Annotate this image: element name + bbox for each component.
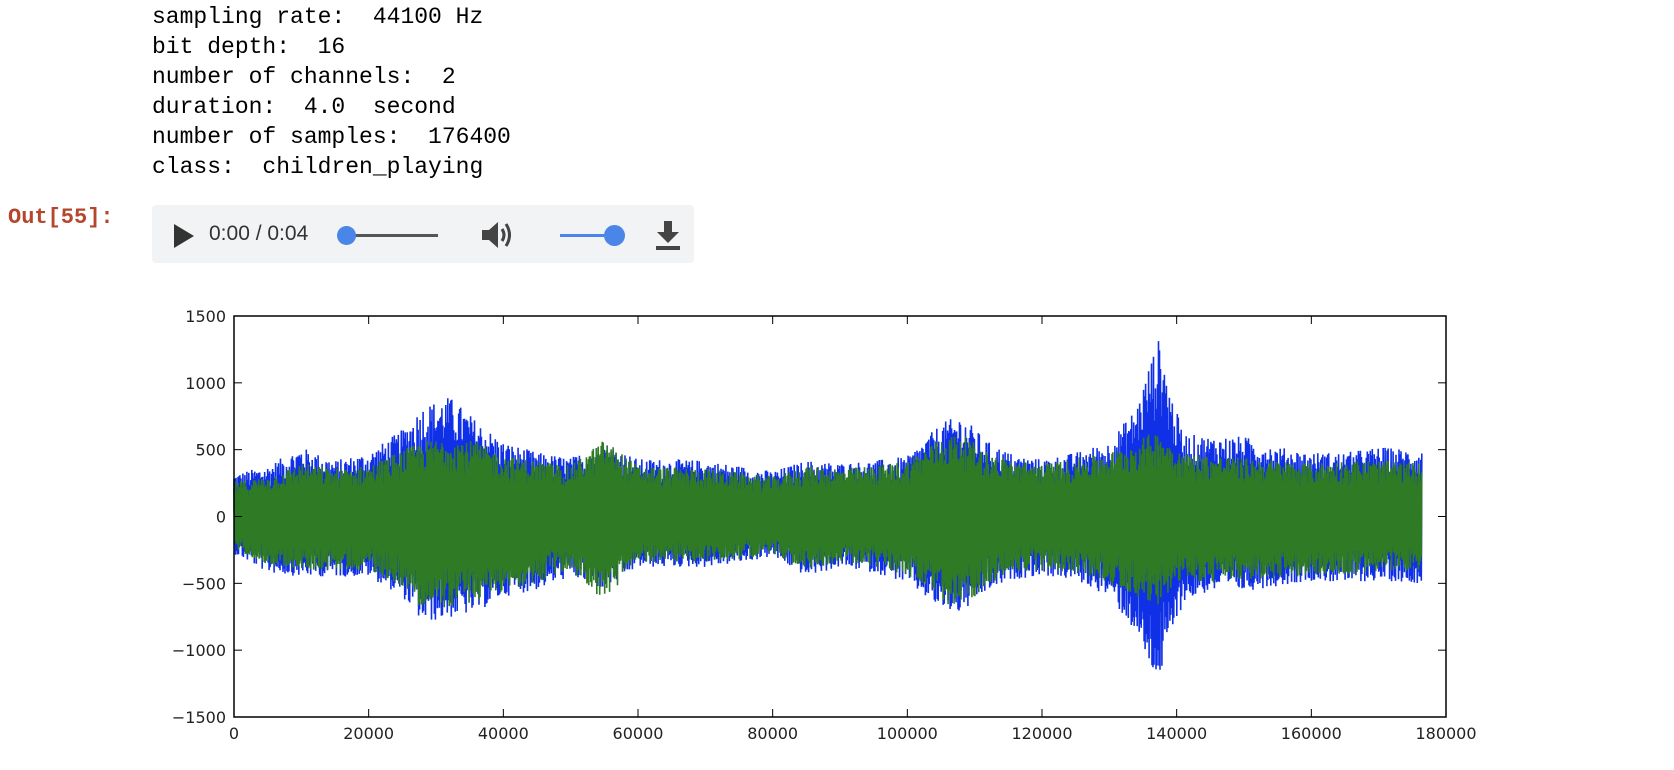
- download-icon[interactable]: [654, 219, 682, 251]
- waveform-chart: 0 20000 40000 60000 80000 100000 120000 140000 1…: [172, 307, 1477, 743]
- y-tick-label-3: 0: [216, 508, 226, 527]
- x-tick-label-9: 180000: [1415, 724, 1476, 743]
- y-tick-label-5: −1000: [172, 641, 226, 660]
- series-layer: [233, 341, 1423, 670]
- y-tick-label-4: −500: [182, 574, 226, 593]
- output-line-bit-depth: bit depth: 16: [152, 34, 346, 60]
- x-tick-label-3: 60000: [613, 724, 664, 743]
- output-prompt: Out[55]:: [8, 205, 114, 230]
- x-tick-label-1: 20000: [343, 724, 394, 743]
- x-tick-label-7: 140000: [1146, 724, 1207, 743]
- x-tick-label-5: 100000: [877, 724, 938, 743]
- x-tick-label-4: 80000: [747, 724, 798, 743]
- x-tick-label-8: 160000: [1281, 724, 1342, 743]
- y-tick-label-6: −1500: [172, 708, 226, 727]
- x-tick-label-2: 40000: [478, 724, 529, 743]
- progress-slider[interactable]: [337, 226, 438, 245]
- y-tick-label-0: 1500: [185, 307, 226, 326]
- y-tick-label-2: 500: [195, 441, 226, 460]
- output-line-duration: duration: 4.0 second: [152, 94, 456, 120]
- time-display: 0:00 / 0:04: [209, 222, 309, 245]
- progress-thumb[interactable]: [337, 226, 356, 245]
- play-icon[interactable]: [174, 224, 194, 248]
- stdout-output: sampling rate: 44100 Hz bit depth: 16 numb…: [152, 2, 511, 182]
- audio-player: 0:00 / 0:04: [152, 205, 694, 263]
- y-tick-label-1: 1000: [185, 374, 226, 393]
- volume-thumb[interactable]: [604, 225, 625, 246]
- output-line-class: class: children_playing: [152, 154, 484, 180]
- volume-icon[interactable]: [480, 219, 516, 251]
- x-tick-label-0: 0: [229, 724, 239, 743]
- output-line-channels: number of channels: 2: [152, 64, 456, 90]
- output-line-samples: number of samples: 176400: [152, 124, 511, 150]
- x-tick-label-6: 120000: [1011, 724, 1072, 743]
- output-line-sampling-rate: sampling rate: 44100 Hz: [152, 4, 484, 30]
- volume-slider[interactable]: [560, 225, 625, 246]
